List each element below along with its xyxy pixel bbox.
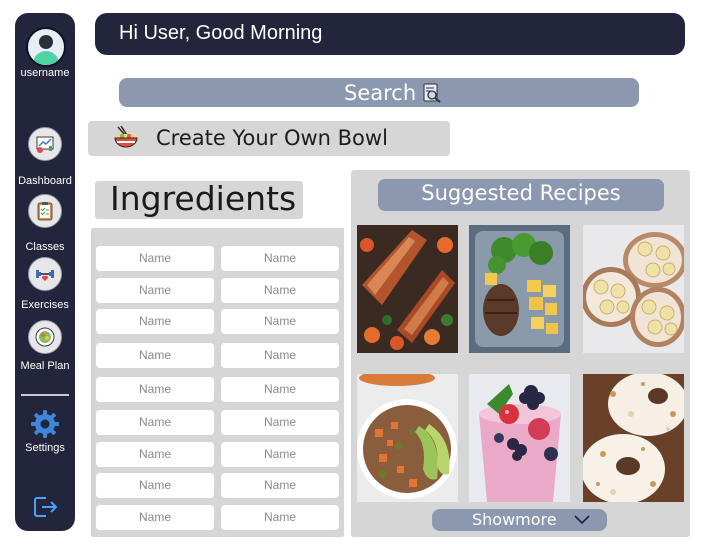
- ingredient-name-field[interactable]: Name: [221, 377, 339, 402]
- recipe-card-quinoa-bowl[interactable]: [357, 374, 458, 502]
- recipe-card-banana-toast[interactable]: [583, 225, 684, 353]
- recipe-card-berry-smoothie[interactable]: [469, 374, 570, 502]
- ingredient-name-field[interactable]: Name: [221, 505, 339, 530]
- ingredient-name-field[interactable]: Name: [96, 246, 214, 271]
- gear-icon[interactable]: [30, 409, 60, 443]
- sidebar-item-exercises[interactable]: Exercises: [15, 299, 75, 311]
- create-bowl-label: Create Your Own Bowl: [156, 126, 388, 150]
- sidebar-item-meal-plan[interactable]: Meal Plan: [15, 360, 75, 372]
- ingredient-name-field[interactable]: Name: [221, 410, 339, 435]
- ingredient-name-field[interactable]: Name: [221, 473, 339, 498]
- ingredient-name-field[interactable]: Name: [96, 442, 214, 467]
- ingredients-title-text: Ingredients: [110, 179, 297, 218]
- search-label: Search: [344, 81, 417, 105]
- meal-plate-icon[interactable]: [28, 320, 62, 354]
- ingredient-name-field[interactable]: Name: [96, 377, 214, 402]
- ingredient-name-field[interactable]: Name: [96, 309, 214, 334]
- sidebar-item-dashboard[interactable]: Dashboard: [15, 175, 75, 187]
- clipboard-icon[interactable]: [28, 194, 62, 228]
- recipe-card-bagel[interactable]: [583, 374, 684, 502]
- dashboard-icon[interactable]: [28, 127, 62, 161]
- ingredient-name-field[interactable]: Name: [96, 343, 214, 368]
- ingredient-name-field[interactable]: Name: [221, 309, 339, 334]
- username-label: username: [20, 67, 70, 79]
- ingredients-title: Ingredients: [95, 179, 303, 219]
- recipe-card-salmon[interactable]: [357, 225, 458, 353]
- ingredient-name-field[interactable]: Name: [96, 278, 214, 303]
- search-bar[interactable]: Search: [119, 78, 639, 107]
- recipes-title-text: Suggested Recipes: [421, 181, 621, 205]
- ingredient-name-field[interactable]: Name: [221, 343, 339, 368]
- search-icon[interactable]: [422, 83, 442, 103]
- recipe-card-steak[interactable]: [469, 225, 570, 353]
- dumbbell-icon[interactable]: [28, 257, 62, 291]
- ingredient-name-field[interactable]: Name: [96, 473, 214, 498]
- greeting-header: Hi User, Good Morning: [95, 13, 685, 55]
- ingredient-name-field[interactable]: Name: [96, 505, 214, 530]
- ingredient-name-field[interactable]: Name: [221, 442, 339, 467]
- ingredients-panel: Name Name Name Name Name Name Name Name …: [91, 228, 344, 537]
- greeting-text: Hi User, Good Morning: [119, 22, 323, 44]
- showmore-label: Showmore: [472, 510, 557, 529]
- chevron-down-icon: [574, 515, 590, 525]
- user-avatar-icon[interactable]: [26, 27, 66, 67]
- sidebar-item-settings[interactable]: Settings: [15, 442, 75, 454]
- ingredient-name-field[interactable]: Name: [221, 246, 339, 271]
- sidebar-item-classes[interactable]: Classes: [15, 241, 75, 253]
- sidebar: username Dashboard Classes Exercises Mea…: [15, 13, 75, 531]
- sidebar-divider: [21, 394, 69, 396]
- logout-icon[interactable]: [33, 495, 59, 523]
- recipes-title: Suggested Recipes: [378, 179, 664, 211]
- showmore-button[interactable]: Showmore: [432, 509, 607, 531]
- ingredient-name-field[interactable]: Name: [96, 410, 214, 435]
- create-bowl-button[interactable]: Create Your Own Bowl: [88, 121, 450, 156]
- bowl-icon: [114, 125, 138, 148]
- ingredient-name-field[interactable]: Name: [221, 278, 339, 303]
